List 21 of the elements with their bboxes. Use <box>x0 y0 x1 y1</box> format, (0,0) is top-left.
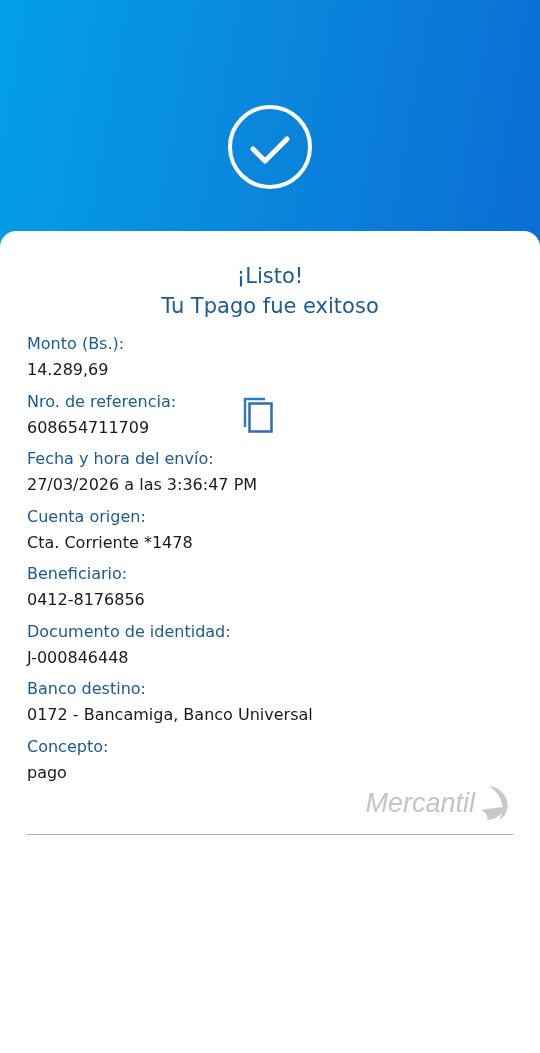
field-label: Monto (Bs.): <box>27 333 126 355</box>
field-value: Cta. Corriente *1478 <box>27 531 194 554</box>
field-value: 608654711709 <box>27 416 151 439</box>
field-value: 0172 - Bancamiga, Banco Universal <box>27 704 313 726</box>
field-value: 27/03/2026 a las 3:36:47 PM <box>27 474 258 496</box>
field-value: pago <box>27 761 68 784</box>
field-value: 14.289,69 <box>27 359 110 381</box>
field-label: Beneficiario: <box>27 563 129 585</box>
field-value: J-000846448 <box>27 646 130 669</box>
bank-logo-text: Mercantil <box>365 787 475 819</box>
field-label: Cuenta origen: <box>27 505 147 528</box>
field-label: Nro. de referencia: <box>27 390 178 413</box>
field-label: Concepto: <box>27 735 110 758</box>
success-check-icon <box>227 104 313 190</box>
field-label: Fecha y hora del envío: <box>27 448 215 470</box>
success-title: ¡Listo! <box>236 263 304 290</box>
success-title: Tu Tpago fue exitoso <box>161 293 379 320</box>
field-value: 0412-8176856 <box>27 589 146 611</box>
field-label: Banco destino: <box>27 678 147 700</box>
copy-icon[interactable] <box>243 396 273 433</box>
field-label: Documento de identidad: <box>27 620 232 643</box>
